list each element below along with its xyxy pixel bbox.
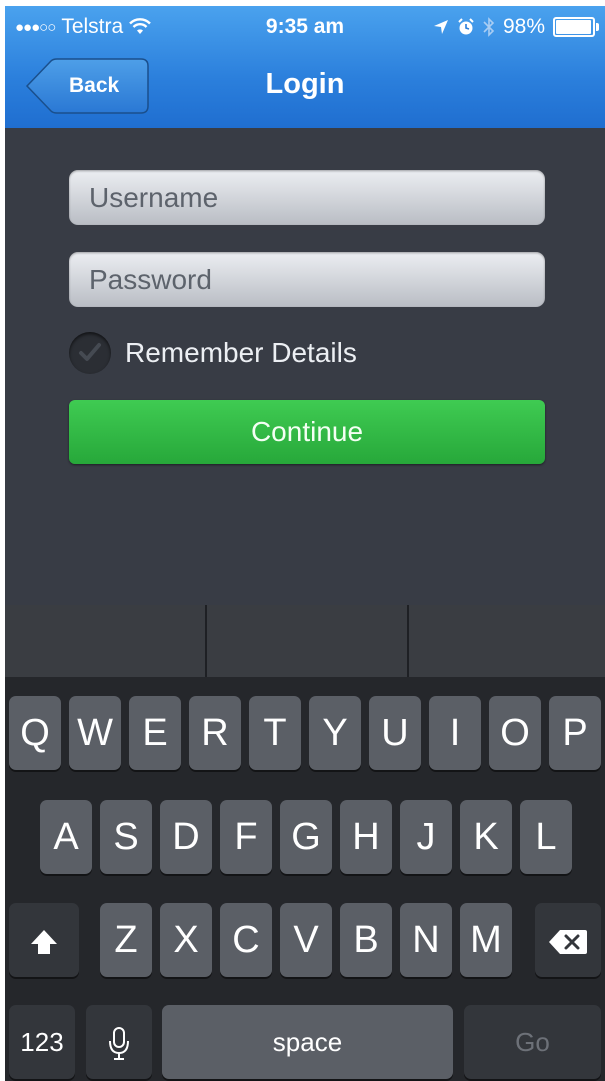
- remember-details-row[interactable]: Remember Details: [69, 328, 357, 378]
- key-i[interactable]: I: [429, 696, 481, 770]
- location-icon: [433, 20, 448, 34]
- key-n[interactable]: N: [400, 903, 452, 977]
- key-a[interactable]: A: [40, 800, 92, 874]
- key-t[interactable]: T: [249, 696, 301, 770]
- phone-screen: ●●●○○ Telstra 9:35 am 98% Back Login Use…: [5, 6, 605, 1081]
- alarm-icon: [458, 18, 474, 35]
- key-z[interactable]: Z: [100, 903, 152, 977]
- go-key[interactable]: Go: [464, 1005, 601, 1079]
- key-g[interactable]: G: [280, 800, 332, 874]
- header: ●●●○○ Telstra 9:35 am 98% Back Login: [5, 6, 605, 128]
- key-h[interactable]: H: [340, 800, 392, 874]
- microphone-icon: [109, 1026, 129, 1060]
- page-title: Login: [265, 68, 345, 100]
- numbers-key[interactable]: 123: [9, 1005, 75, 1079]
- username-input[interactable]: [69, 170, 545, 225]
- key-p[interactable]: P: [549, 696, 601, 770]
- remember-label: Remember Details: [125, 337, 357, 368]
- suggestion-divider: [407, 605, 409, 677]
- key-j[interactable]: J: [400, 800, 452, 874]
- dictation-key[interactable]: [86, 1005, 152, 1079]
- space-key[interactable]: space: [162, 1005, 453, 1079]
- key-m[interactable]: M: [460, 903, 512, 977]
- key-d[interactable]: D: [160, 800, 212, 874]
- checkmark-icon: [79, 343, 101, 361]
- key-r[interactable]: R: [189, 696, 241, 770]
- login-form: Remember Details Continue: [5, 128, 605, 605]
- battery-percent: 98%: [502, 15, 545, 38]
- key-u[interactable]: U: [369, 696, 421, 770]
- status-right: 98%: [433, 15, 599, 39]
- key-l[interactable]: L: [520, 800, 572, 874]
- shift-icon: [31, 929, 57, 954]
- key-f[interactable]: F: [220, 800, 272, 874]
- username-field[interactable]: [69, 170, 545, 225]
- password-input[interactable]: [69, 252, 545, 307]
- continue-button[interactable]: Continue: [69, 400, 545, 464]
- key-o[interactable]: O: [489, 696, 541, 770]
- backspace-icon: [549, 929, 587, 954]
- shift-key[interactable]: [9, 903, 79, 977]
- keyboard-suggestion-bar: [5, 605, 605, 677]
- key-q[interactable]: Q: [9, 696, 61, 770]
- key-k[interactable]: K: [460, 800, 512, 874]
- bluetooth-icon: [483, 17, 495, 37]
- password-field[interactable]: [69, 252, 545, 307]
- suggestion-divider: [205, 605, 207, 677]
- key-c[interactable]: C: [220, 903, 272, 977]
- remember-checkbox[interactable]: [69, 332, 111, 374]
- key-s[interactable]: S: [100, 800, 152, 874]
- key-e[interactable]: E: [129, 696, 181, 770]
- navigation-bar: Back Login: [5, 46, 605, 128]
- key-w[interactable]: W: [69, 696, 121, 770]
- keyboard: Q W E R T Y U I O P A S D F G H J K L Z …: [5, 677, 605, 1081]
- delete-key[interactable]: [535, 903, 601, 977]
- key-y[interactable]: Y: [309, 696, 361, 770]
- key-b[interactable]: B: [340, 903, 392, 977]
- key-x[interactable]: X: [160, 903, 212, 977]
- battery-icon: [553, 17, 599, 37]
- key-v[interactable]: V: [280, 903, 332, 977]
- status-bar: ●●●○○ Telstra 9:35 am 98%: [5, 6, 605, 46]
